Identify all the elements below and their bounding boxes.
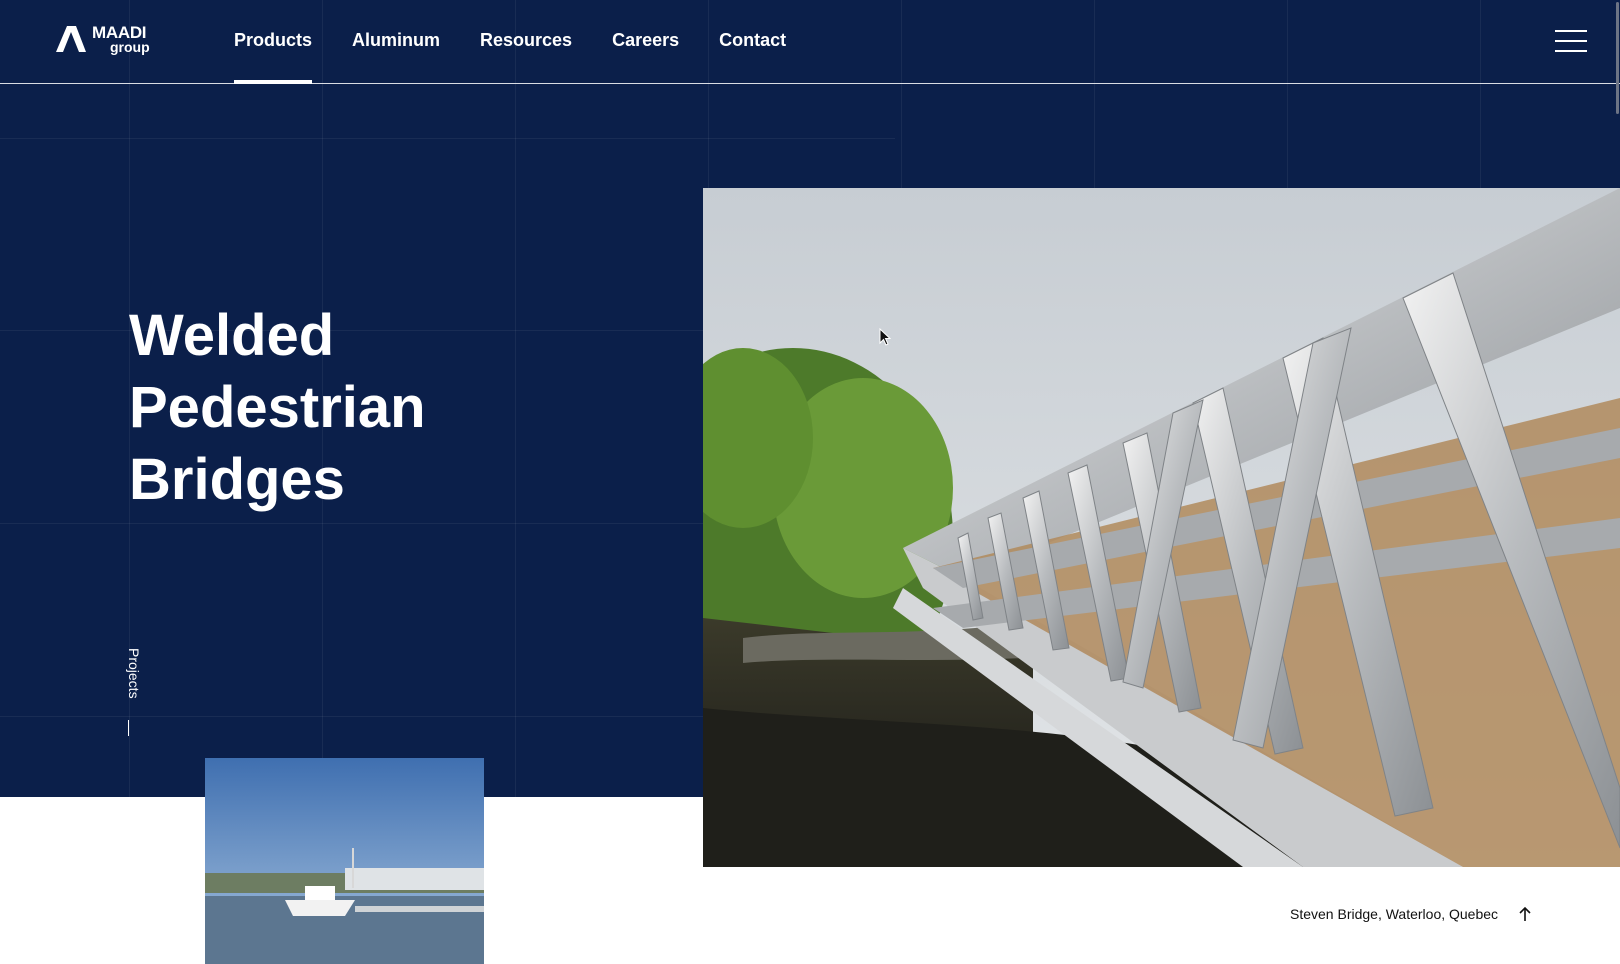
main-nav: Products Aluminum Resources Careers Cont…	[234, 0, 826, 84]
title-line: Bridges	[129, 447, 345, 512]
brand-wordmark: MAADI group	[92, 24, 150, 54]
projects-label: Projects	[126, 648, 142, 699]
image-caption: Steven Bridge, Waterloo, Quebec	[1290, 906, 1532, 922]
brand-sub: group	[110, 39, 150, 55]
caption-text: Steven Bridge, Waterloo, Quebec	[1290, 906, 1499, 922]
projects-link[interactable]: Projects	[120, 648, 142, 708]
site-header: MAADI group Products Aluminum Resources …	[0, 0, 1620, 84]
arrow-up-icon[interactable]	[1518, 906, 1532, 922]
title-line: Welded	[129, 303, 335, 368]
nav-careers[interactable]: Careers	[612, 0, 679, 83]
page-title: Welded Pedestrian Bridges	[129, 300, 649, 516]
grid-line	[0, 138, 895, 139]
nav-aluminum[interactable]: Aluminum	[352, 0, 440, 83]
maadi-logo-icon	[56, 26, 86, 52]
projects-tick	[128, 720, 129, 736]
bridge-photo	[703, 188, 1620, 867]
hamburger-menu-icon[interactable]	[1555, 30, 1587, 52]
title-line: Pedestrian	[129, 375, 426, 440]
mouse-cursor-icon	[879, 328, 891, 346]
scrollbar-thumb[interactable]	[1616, 2, 1619, 114]
marina-thumbnail[interactable]	[205, 758, 484, 964]
nav-resources[interactable]: Resources	[480, 0, 572, 83]
nav-products[interactable]: Products	[234, 0, 313, 84]
nav-contact[interactable]: Contact	[719, 0, 786, 83]
brand-logo[interactable]: MAADI group	[54, 24, 150, 58]
